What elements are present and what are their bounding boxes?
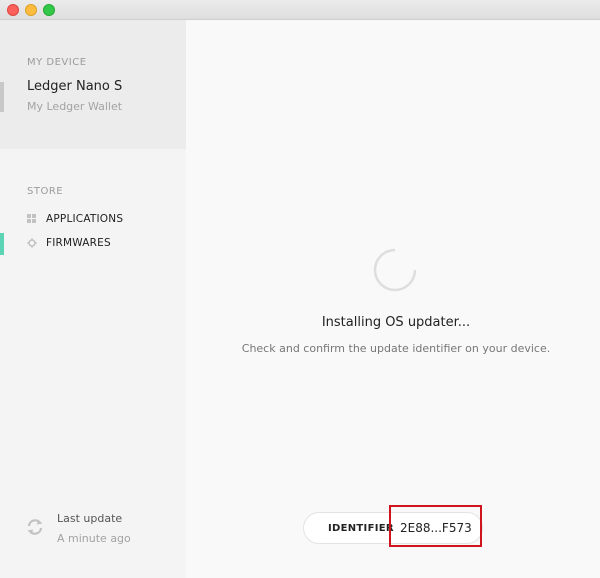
my-device-section-label: MY DEVICE [27,57,87,68]
refresh-icon[interactable] [25,517,45,537]
minimize-window-button[interactable] [25,4,37,16]
sidebar: MY DEVICE Ledger Nano S My Ledger Wallet… [0,20,186,578]
main-content: Installing OS updater... Check and confi… [186,20,600,578]
device-selected-indicator [0,82,4,112]
store-section-label: STORE [27,186,64,197]
identifier-highlight-box [389,505,482,547]
device-subtitle: My Ledger Wallet [27,100,123,113]
zoom-window-button[interactable] [43,4,55,16]
status-subtitle: Check and confirm the update identifier … [241,342,551,355]
active-indicator [0,233,4,255]
window-titlebar [0,0,600,20]
gear-icon [27,238,37,248]
last-update-time: A minute ago [57,532,131,545]
device-panel[interactable]: MY DEVICE Ledger Nano S My Ledger Wallet [0,20,186,149]
sidebar-item-firmwares[interactable]: FIRMWARES [0,233,186,255]
grid-icon [27,214,37,224]
sidebar-item-label: FIRMWARES [46,237,111,249]
sidebar-item-applications[interactable]: APPLICATIONS [0,209,186,231]
status-title: Installing OS updater... [321,315,471,330]
last-update-title: Last update [57,512,123,525]
device-name: Ledger Nano S [27,79,123,94]
close-window-button[interactable] [7,4,19,16]
identifier-label: IDENTIFIER [328,523,394,534]
sidebar-item-label: APPLICATIONS [46,213,124,225]
loading-spinner-icon [373,248,417,292]
